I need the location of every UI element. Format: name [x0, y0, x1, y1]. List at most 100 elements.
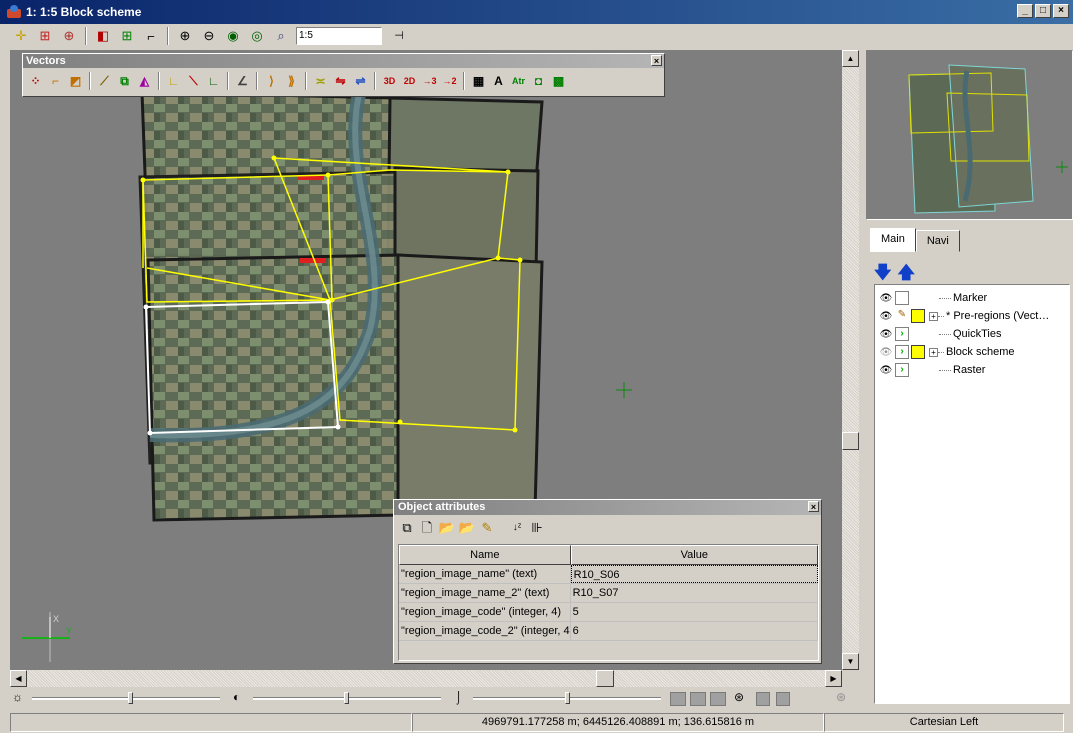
view-mode-button-3[interactable]: [710, 692, 726, 706]
zoom-fit-icon[interactable]: ◎: [246, 26, 268, 46]
overview-map[interactable]: [866, 50, 1073, 220]
add-points-icon[interactable]: ⁘: [26, 71, 45, 91]
layer-checkbox[interactable]: [895, 291, 909, 305]
angle-icon[interactable]: ∠: [233, 71, 252, 91]
snap-red-icon[interactable]: ⇋: [331, 71, 350, 91]
filter-icon[interactable]: ⊪: [528, 519, 546, 537]
layer-row-marker[interactable]: 👁 Marker: [879, 289, 1069, 307]
chevron-right-icon[interactable]: ›: [895, 345, 909, 359]
tab-navi[interactable]: Navi: [915, 230, 960, 252]
brightness-slider-thumb[interactable]: [128, 692, 133, 704]
bracket-arrow-icon[interactable]: ⟫: [282, 71, 301, 91]
vectors-panel-close-button[interactable]: ×: [651, 55, 662, 66]
attributes-panel-close-button[interactable]: ×: [808, 501, 819, 512]
tab-main[interactable]: Main: [870, 228, 916, 252]
expand-icon[interactable]: +: [929, 347, 938, 357]
grid-icon[interactable]: ⊞: [34, 26, 56, 46]
open-icon[interactable]: 📂: [438, 519, 456, 537]
2d-icon[interactable]: 2D: [400, 71, 419, 91]
horizontal-scrollbar[interactable]: ◀ ▶: [10, 670, 842, 687]
expand-icon[interactable]: +: [929, 311, 938, 321]
contrast-slider-thumb[interactable]: [344, 692, 349, 704]
pin-icon[interactable]: ⊣: [390, 27, 408, 45]
view-mode-button-2[interactable]: [690, 692, 706, 706]
attribute-value[interactable]: R10_S07: [571, 584, 818, 602]
attribute-value[interactable]: R10_S06: [570, 565, 818, 583]
maximize-button[interactable]: □: [1035, 4, 1051, 18]
paint-icon[interactable]: ◭: [135, 71, 154, 91]
close-button[interactable]: ×: [1053, 4, 1069, 18]
scale-input[interactable]: 1:5: [296, 27, 382, 45]
table-row[interactable]: "region_image_code" (integer, 4) 5: [399, 603, 818, 622]
scroll-left-button[interactable]: ◀: [10, 670, 27, 687]
layer-row-pre-regions[interactable]: 👁 ✎ + * Pre-regions (Vect…: [879, 307, 1069, 325]
zoom-scale-icon[interactable]: ⌕: [270, 26, 292, 46]
copy-icon[interactable]: ⧉: [398, 519, 416, 537]
crosshair-icon[interactable]: ⊞: [116, 26, 138, 46]
snap-icon[interactable]: ≍: [311, 71, 330, 91]
layer-row-block-scheme[interactable]: 👁 › + Block scheme: [879, 343, 1069, 361]
add-point-icon[interactable]: ✛: [10, 26, 32, 46]
layer-row-raster[interactable]: 👁 › Raster: [879, 361, 1069, 379]
layer-color-swatch[interactable]: [911, 309, 925, 323]
text-icon[interactable]: A: [489, 71, 508, 91]
eye-icon[interactable]: 👁: [879, 293, 893, 304]
layer-row-quickties[interactable]: 👁 › QuickTies: [879, 325, 1069, 343]
minimize-button[interactable]: _: [1017, 4, 1033, 18]
pencil-icon[interactable]: ✎: [895, 309, 909, 323]
scroll-right-button[interactable]: ▶: [825, 670, 842, 687]
attribute-value[interactable]: 5: [571, 603, 818, 621]
3d-icon[interactable]: 3D: [380, 71, 399, 91]
column-header-name[interactable]: Name: [399, 545, 571, 565]
vertical-scrollbar[interactable]: ▲ ▼: [842, 50, 859, 670]
copy-shape-icon[interactable]: ⧉: [115, 71, 134, 91]
frame-icon[interactable]: ◧: [92, 26, 114, 46]
attribute-value[interactable]: 6: [571, 622, 818, 640]
zoom-region-icon[interactable]: ◉: [222, 26, 244, 46]
brightness-slider[interactable]: [32, 697, 220, 700]
eye-icon[interactable]: 👁: [879, 329, 893, 340]
layer-color-swatch[interactable]: [911, 345, 925, 359]
table-row[interactable]: "region_image_name" (text) R10_S06: [399, 565, 818, 584]
table-icon[interactable]: ▦: [469, 71, 488, 91]
horizontal-scroll-thumb[interactable]: [596, 670, 614, 687]
snap-blue-icon[interactable]: ⇌: [351, 71, 370, 91]
to-3d-icon[interactable]: →3: [420, 71, 439, 91]
target-icon[interactable]: ⊕: [58, 26, 80, 46]
add-polygon-icon[interactable]: ◩: [66, 71, 85, 91]
column-header-value[interactable]: Value: [570, 545, 818, 565]
corner-icon[interactable]: ⌐: [140, 26, 162, 46]
new-document-icon[interactable]: 🗋: [418, 519, 436, 537]
edit-icon[interactable]: ✎: [478, 519, 496, 537]
table-row[interactable]: "region_image_name_2" (text) R10_S07: [399, 584, 818, 603]
sort-icon[interactable]: ↓ᶻ: [508, 519, 526, 537]
toolbar-separator: [167, 27, 169, 45]
view-mode-button-4[interactable]: [756, 692, 770, 706]
corner-yellow-icon[interactable]: ∟: [164, 71, 183, 91]
zoom-in-icon[interactable]: ⊕: [174, 26, 196, 46]
edit-line-icon[interactable]: ⟋: [95, 71, 114, 91]
chevron-right-icon[interactable]: ›: [895, 363, 909, 377]
eye-icon[interactable]: 👁: [879, 365, 893, 376]
view-mode-button-5[interactable]: [776, 692, 790, 706]
grid-layer-icon[interactable]: ▩: [549, 71, 568, 91]
corner-green-icon[interactable]: ∟: [204, 71, 223, 91]
attributes-icon[interactable]: Atr: [509, 71, 528, 91]
bracket-icon[interactable]: ⟩: [262, 71, 281, 91]
layer-icon[interactable]: ◘: [529, 71, 548, 91]
save-icon[interactable]: 📂: [458, 519, 476, 537]
eye-icon[interactable]: 👁: [879, 311, 893, 322]
vertical-scroll-thumb[interactable]: [842, 432, 859, 450]
table-row[interactable]: "region_image_code_2" (integer, 4) 6: [399, 622, 818, 641]
chevron-right-icon[interactable]: ›: [895, 327, 909, 341]
zoom-out-icon[interactable]: ⊖: [198, 26, 220, 46]
scroll-down-button[interactable]: ▼: [842, 653, 859, 670]
add-line-icon[interactable]: ⌐: [46, 71, 65, 91]
eye-icon[interactable]: 👁: [879, 347, 893, 358]
stereo-icon[interactable]: ⊛: [734, 690, 744, 704]
to-2d-icon[interactable]: →2: [440, 71, 459, 91]
gamma-slider-thumb[interactable]: [565, 692, 570, 704]
scroll-up-button[interactable]: ▲: [842, 50, 859, 67]
view-mode-button-1[interactable]: [670, 692, 686, 706]
diagonal-icon[interactable]: ⟍: [184, 71, 203, 91]
